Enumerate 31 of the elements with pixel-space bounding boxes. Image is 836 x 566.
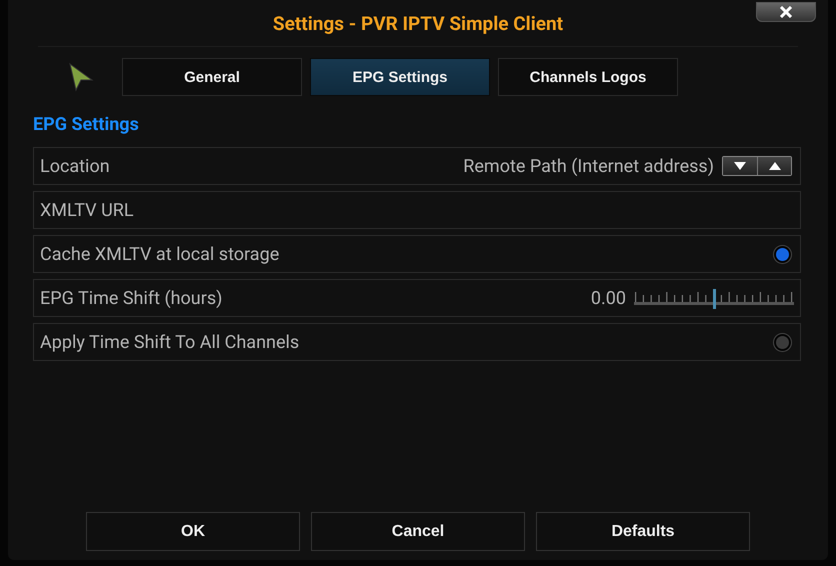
section-title: EPG Settings xyxy=(33,114,139,135)
close-icon xyxy=(779,6,793,18)
tab[interactable]: Channels Logos xyxy=(498,58,678,96)
down-arrow-icon xyxy=(734,162,746,170)
up-arrow-icon xyxy=(768,162,780,170)
down-button[interactable] xyxy=(723,157,757,175)
setting-row[interactable]: Apply Time Shift To All Channels xyxy=(33,323,801,361)
setting-label: EPG Time Shift (hours) xyxy=(40,288,224,308)
dialog-button[interactable]: OK xyxy=(86,512,300,551)
setting-label: Cache XMLTV at local storage xyxy=(40,244,280,264)
tab[interactable]: EPG Settings xyxy=(310,58,490,96)
tab[interactable]: General xyxy=(122,58,302,96)
pointer-arrow-icon xyxy=(68,62,94,92)
setting-row[interactable]: Cache XMLTV at local storage xyxy=(33,235,801,273)
close-button[interactable] xyxy=(756,2,816,22)
slider-track[interactable] xyxy=(634,286,794,310)
setting-row[interactable]: EPG Time Shift (hours) 0.00 xyxy=(33,279,801,317)
setting-label: Apply Time Shift To All Channels xyxy=(40,332,300,352)
setting-row[interactable]: XMLTV URL xyxy=(33,191,801,229)
slider-thumb[interactable] xyxy=(713,289,716,309)
window-title: Settings - PVR IPTV Simple Client xyxy=(272,12,564,34)
radio-indicator[interactable] xyxy=(776,336,789,348)
setting-row[interactable]: Location Remote Path (Internet address) xyxy=(33,147,801,185)
up-button[interactable] xyxy=(757,157,791,175)
dialog-button[interactable]: Cancel xyxy=(311,512,525,551)
setting-value: Remote Path (Internet address) xyxy=(463,156,714,176)
setting-value: 0.00 xyxy=(590,288,626,308)
dialog-button[interactable]: Defaults xyxy=(536,512,750,551)
radio-indicator[interactable] xyxy=(776,248,789,260)
setting-label: Location xyxy=(40,156,111,176)
setting-label: XMLTV URL xyxy=(40,200,135,220)
